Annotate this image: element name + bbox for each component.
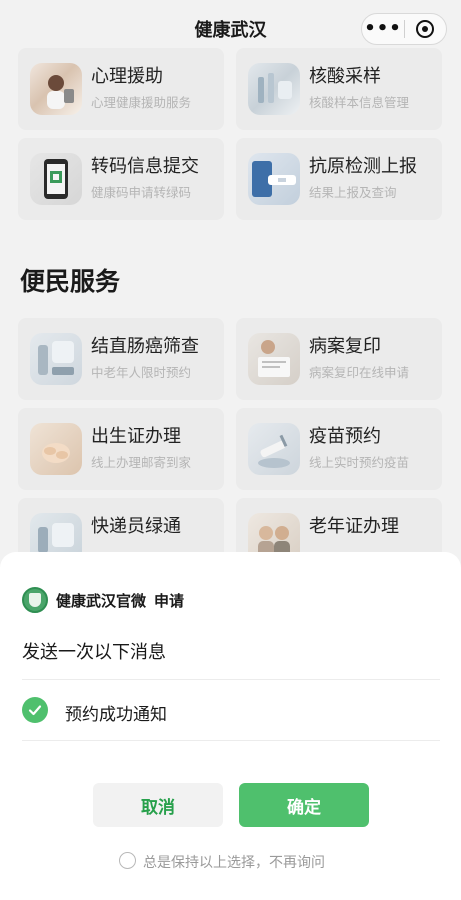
request-label: 申请 [154, 592, 185, 610]
subscribe-message-sheet: 健康武汉官微 申请 发送一次以下消息 预约成功通知 取消 确定 总是保持以上选择，… [0, 552, 461, 900]
confirm-button[interactable]: 确定 [239, 783, 369, 827]
logo-mark [29, 593, 41, 607]
remember-radio[interactable] [119, 852, 136, 869]
checkmark-glyph [28, 705, 42, 716]
app-logo [22, 587, 48, 613]
divider-bottom [22, 740, 440, 741]
message-item-label: 预约成功通知 [65, 705, 167, 725]
divider-top [22, 679, 440, 680]
cancel-button[interactable]: 取消 [93, 783, 223, 827]
app-name-line: 健康武汉官微 申请 [56, 590, 184, 611]
remember-label[interactable]: 总是保持以上选择，不再询问 [143, 852, 325, 872]
checkmark-icon[interactable] [22, 697, 48, 723]
app-name: 健康武汉官微 [56, 592, 147, 610]
sheet-heading: 发送一次以下消息 [22, 642, 166, 663]
